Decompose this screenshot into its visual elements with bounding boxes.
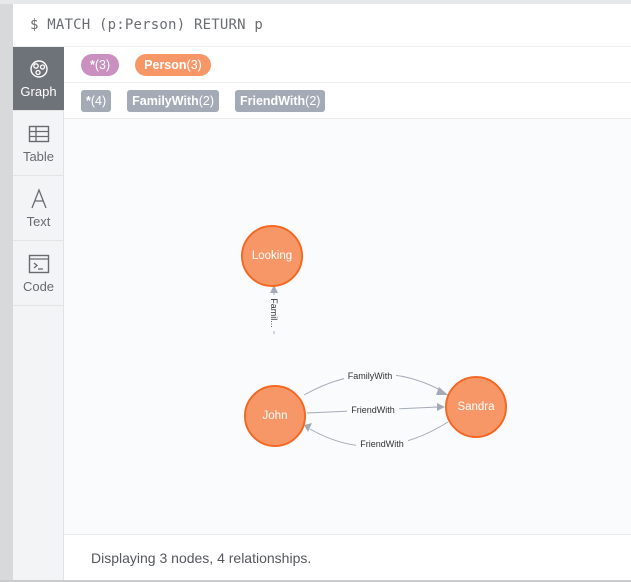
graph-edge[interactable]: FamilyWith [303, 370, 448, 396]
rel-pill-name: FamilyWith [132, 93, 199, 108]
relationship-legend: * (4) FamilyWith (2) FriendWith (2) [64, 83, 631, 119]
query-bar[interactable]: $ MATCH (p:Person) RETURN p [13, 4, 631, 47]
node-caption: Sandra [457, 401, 495, 413]
edge-label: FriendWith [351, 405, 395, 415]
edge-label: Famil... [269, 298, 279, 328]
result-main: * (3) Person (3) * (4) FamilyWith (2) Friend… [64, 47, 631, 580]
status-text: Displaying 3 nodes, 4 relationships. [91, 549, 312, 566]
sidebar-item-label: Text [26, 213, 51, 229]
query-text: $ MATCH (p:Person) RETURN p [30, 17, 263, 33]
rel-pill-count: (4) [90, 93, 107, 108]
graph-icon [26, 58, 52, 80]
node-caption: John [263, 410, 288, 422]
rel-pill-count: (2) [305, 93, 321, 108]
text-icon [26, 187, 52, 210]
graph-node-looking[interactable]: Looking [241, 225, 303, 287]
sidebar-item-text[interactable]: Text [13, 176, 64, 241]
rel-pill-count: (2) [198, 93, 214, 108]
label-pill-count: (3) [94, 57, 111, 72]
table-icon [26, 123, 52, 145]
rel-pill-all[interactable]: * (4) [81, 89, 112, 112]
code-icon [26, 253, 52, 275]
node-label-legend: * (3) Person (3) [64, 47, 631, 83]
edge-label: FriendWith [360, 439, 404, 449]
label-pill-person[interactable]: Person (3) [135, 53, 211, 76]
graph-node-john[interactable]: John [244, 385, 306, 447]
rel-pill-familywith[interactable]: FamilyWith (2) [127, 89, 219, 112]
label-pill-count: (3) [186, 57, 202, 72]
graph-edge[interactable]: Famil... [267, 285, 281, 334]
node-caption: Looking [252, 250, 292, 262]
label-pill-all[interactable]: * (3) [81, 53, 120, 76]
sidebar-item-table[interactable]: Table [13, 111, 64, 176]
sidebar-item-code[interactable]: Code [13, 241, 64, 306]
sidebar-item-label: Code [22, 278, 55, 294]
label-pill-name: Person [144, 57, 187, 72]
sidebar-item-label: Graph [20, 84, 57, 99]
graph-canvas[interactable]: Famil... FamilyWith FriendWith FriendWit… [64, 119, 631, 534]
sidebar-item-graph[interactable]: Graph [13, 47, 64, 111]
edge-label: FamilyWith [348, 371, 393, 381]
sidebar-item-label: Table [22, 148, 55, 164]
status-bar: Displaying 3 nodes, 4 relationships. [64, 534, 631, 580]
graph-edge[interactable]: FriendWith [306, 403, 445, 416]
left-gutter [0, 4, 13, 580]
graph-node-sandra[interactable]: Sandra [445, 376, 507, 438]
graph-edge[interactable]: FriendWith [304, 421, 449, 450]
graph-svg[interactable]: Famil... FamilyWith FriendWith FriendWit… [64, 119, 631, 534]
rel-pill-friendwith[interactable]: FriendWith (2) [235, 89, 326, 112]
rel-pill-name: FriendWith [240, 93, 306, 108]
view-sidebar: Graph Table Text Code [13, 47, 64, 580]
